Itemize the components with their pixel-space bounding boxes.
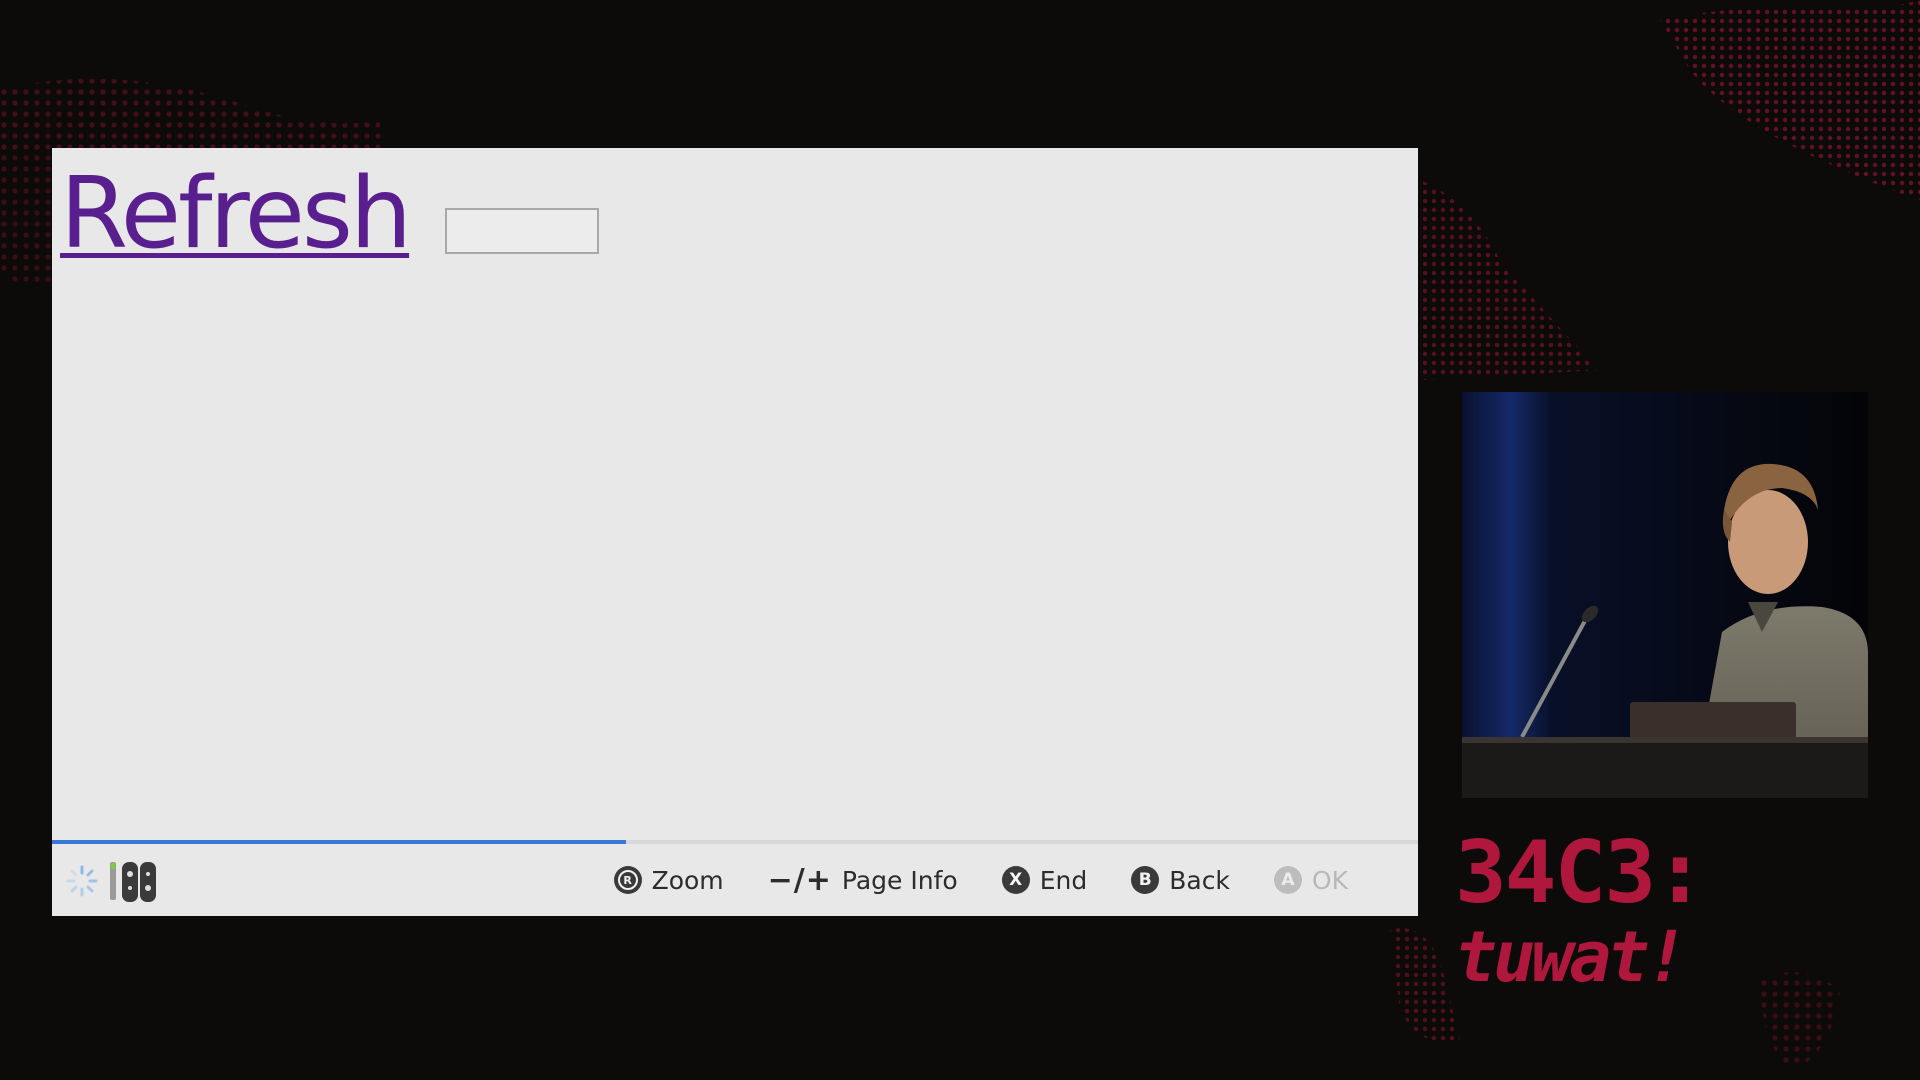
end-label: End xyxy=(1039,865,1088,895)
speaker-camera-feed xyxy=(1462,392,1868,798)
ok-hint[interactable]: A OK xyxy=(1273,865,1348,895)
event-logo-line-1: 34C3: xyxy=(1455,823,1706,923)
ok-label: OK xyxy=(1311,865,1348,895)
a-button-icon: A xyxy=(1273,866,1302,894)
event-logo: 34C3: tuwat! xyxy=(1455,825,1755,1015)
zoom-hint[interactable]: R Zoom xyxy=(613,865,724,895)
stream-frame: Refresh R Zoom −/+ Page Info X End B Bac… xyxy=(0,0,1920,1080)
button-hints: R Zoom −/+ Page Info X End B Back A OK xyxy=(613,844,1348,916)
text-input-box[interactable] xyxy=(445,208,599,254)
r-stick-icon: R xyxy=(613,866,642,894)
minus-plus-icon: −/+ xyxy=(767,862,832,898)
zoom-label: Zoom xyxy=(651,865,724,895)
status-icons xyxy=(64,858,170,904)
end-hint[interactable]: X End xyxy=(1001,865,1088,895)
back-label: Back xyxy=(1169,865,1230,895)
speaker-video-image xyxy=(1462,392,1868,798)
x-button-icon: X xyxy=(1001,866,1030,894)
event-logo-line-2: tuwat! xyxy=(1455,916,1688,998)
page-info-hint[interactable]: −/+ Page Info xyxy=(768,863,958,898)
switch-browser-screen: Refresh R Zoom −/+ Page Info X End B Bac… xyxy=(52,148,1418,916)
back-hint[interactable]: B Back xyxy=(1131,866,1230,895)
web-page-content: Refresh xyxy=(52,148,1418,840)
loading-spinner-icon xyxy=(66,865,98,897)
page-info-label: Page Info xyxy=(841,865,958,895)
joycon-controller-icon xyxy=(110,862,156,902)
browser-button-guide: R Zoom −/+ Page Info X End B Back A OK xyxy=(52,844,1418,916)
b-button-icon: B xyxy=(1131,866,1160,894)
refresh-link[interactable]: Refresh xyxy=(60,154,412,274)
